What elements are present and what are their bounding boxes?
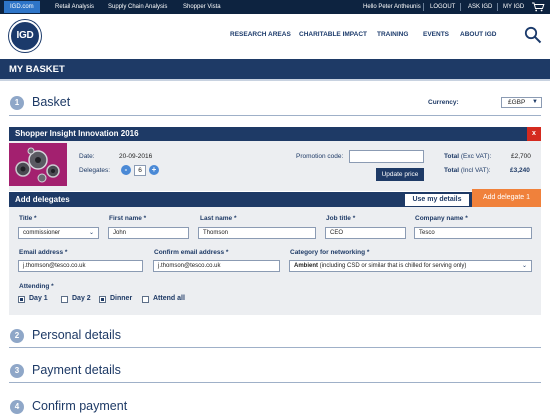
title-select-value: commissioner: [23, 230, 61, 236]
decrease-delegates-button[interactable]: -: [121, 165, 131, 175]
chevron-down-icon: ▼: [532, 99, 538, 105]
title-field-label: Title *: [19, 215, 37, 222]
total-incl-vat-label: Total (Incl VAT):: [444, 167, 491, 174]
add-delegate-tab[interactable]: Add delegate 1: [472, 189, 541, 207]
step-1-number: 1: [10, 96, 24, 110]
dinner-label: Dinner: [110, 295, 133, 302]
email-label: Email address *: [19, 249, 68, 256]
title-underline: [0, 79, 550, 81]
promotion-code-label: Promotion code:: [296, 153, 344, 160]
total-incl-vat-value: £3,240: [510, 167, 530, 174]
user-greeting[interactable]: Hello Peter Antheunis: [363, 0, 421, 14]
day-1-label: Day 1: [29, 295, 48, 302]
top-utility-bar: IGD.com Retail Analysis Supply Chain Ana…: [0, 0, 550, 14]
divider: [423, 3, 424, 11]
step-1-title: Basket: [32, 95, 71, 109]
first-name-input[interactable]: John: [108, 227, 189, 239]
remove-product-button[interactable]: x: [527, 127, 541, 141]
company-name-label: Company name *: [415, 215, 468, 222]
day-2-label: Day 2: [72, 295, 91, 302]
last-name-label: Last name *: [200, 215, 237, 222]
step-divider: [9, 347, 541, 348]
total-exc-word: Total: [444, 153, 460, 160]
product-header: Shopper Insight Innovation 2016 x: [9, 127, 541, 141]
use-my-details-button[interactable]: Use my details: [404, 193, 470, 207]
page-title-band: MY BASKET: [0, 59, 550, 81]
category-main: Ambient: [294, 263, 318, 269]
logout-link[interactable]: LOGOUT: [430, 0, 455, 14]
job-title-label: Job title *: [326, 215, 356, 222]
currency-label: Currency:: [428, 99, 459, 106]
gears-image-icon: [9, 143, 67, 186]
igd-com-tab[interactable]: IGD.com: [4, 1, 40, 13]
email-input[interactable]: j.thomson@tesco.co.uk: [18, 260, 143, 272]
add-delegates-title: Add delegates: [15, 195, 70, 204]
total-exc-suffix: (Exc VAT):: [460, 153, 492, 160]
attend-all-checkbox[interactable]: [142, 296, 149, 303]
date-label: Date:: [79, 153, 95, 160]
logo-text: IGD: [16, 30, 34, 41]
attending-label: Attending *: [19, 283, 54, 290]
product-title: Shopper Insight Innovation 2016: [15, 129, 139, 138]
increase-delegates-button[interactable]: +: [149, 165, 159, 175]
attend-all-label: Attend all: [153, 295, 185, 302]
step-2-number: 2: [10, 329, 24, 343]
nav-about-igd[interactable]: ABOUT IGD: [460, 31, 496, 38]
basket-cart-icon[interactable]: [531, 2, 545, 12]
nav-research-areas[interactable]: RESEARCH AREAS: [230, 31, 291, 38]
job-title-input[interactable]: CEO: [325, 227, 406, 239]
page-title: MY BASKET: [9, 64, 65, 75]
company-name-input[interactable]: Tesco: [414, 227, 532, 239]
total-inc-word: Total: [444, 167, 460, 174]
nav-events[interactable]: EVENTS: [423, 31, 449, 38]
update-price-button[interactable]: Update price: [376, 168, 424, 181]
step-3-number: 3: [10, 364, 24, 378]
igd-logo[interactable]: IGD: [9, 20, 41, 52]
product-details: [9, 141, 541, 191]
delegates-label: Delegates:: [79, 167, 111, 174]
divider: [460, 3, 461, 11]
step-3-title[interactable]: Payment details: [32, 363, 121, 377]
category-label: Category for networking *: [290, 249, 370, 256]
dinner-checkbox[interactable]: [99, 296, 106, 303]
title-select[interactable]: commissioner ⌄: [18, 227, 99, 239]
currency-select[interactable]: £GBP ▼: [501, 97, 542, 108]
delegates-quantity-input[interactable]: 6: [134, 165, 146, 176]
category-detail: (including CSD or similar that is chille…: [318, 263, 467, 269]
confirm-email-input[interactable]: j.thomson@tesco.co.uk: [153, 260, 280, 272]
nav-training[interactable]: TRAINING: [377, 31, 408, 38]
step-divider: [9, 382, 541, 383]
chevron-down-icon: ⌄: [88, 230, 94, 236]
chevron-down-icon: ⌄: [521, 263, 527, 269]
retail-analysis-link[interactable]: Retail Analysis: [55, 0, 94, 14]
promotion-code-input[interactable]: [349, 150, 424, 163]
step-4-number: 4: [10, 400, 24, 414]
date-value: 20-09-2016: [119, 153, 153, 160]
step-2-title[interactable]: Personal details: [32, 328, 121, 342]
last-name-input[interactable]: Thomson: [198, 227, 316, 239]
step-4-title[interactable]: Confirm payment: [32, 399, 127, 413]
total-exc-vat-label: Total (Exc VAT):: [444, 153, 491, 160]
confirm-email-label: Confirm email address *: [154, 249, 229, 256]
day-2-checkbox[interactable]: [61, 296, 68, 303]
total-exc-vat-value: £2,700: [511, 153, 531, 160]
nav-charitable-impact[interactable]: CHARITABLE IMPACT: [299, 31, 367, 38]
my-igd-link[interactable]: MY IGD: [503, 0, 524, 14]
supply-chain-analysis-link[interactable]: Supply Chain Analysis: [108, 0, 167, 14]
product-thumbnail: [9, 143, 67, 186]
first-name-label: First name *: [109, 215, 147, 222]
step-divider: [9, 115, 541, 116]
search-icon[interactable]: [524, 26, 542, 44]
total-inc-suffix: (Incl VAT):: [460, 167, 491, 174]
currency-value: £GBP: [508, 99, 526, 106]
shopper-vista-link[interactable]: Shopper Vista: [183, 0, 221, 14]
day-1-checkbox[interactable]: [18, 296, 25, 303]
category-select[interactable]: Ambient (including CSD or similar that i…: [289, 260, 532, 272]
divider: [497, 3, 498, 11]
ask-igd-link[interactable]: ASK IGD: [468, 0, 492, 14]
